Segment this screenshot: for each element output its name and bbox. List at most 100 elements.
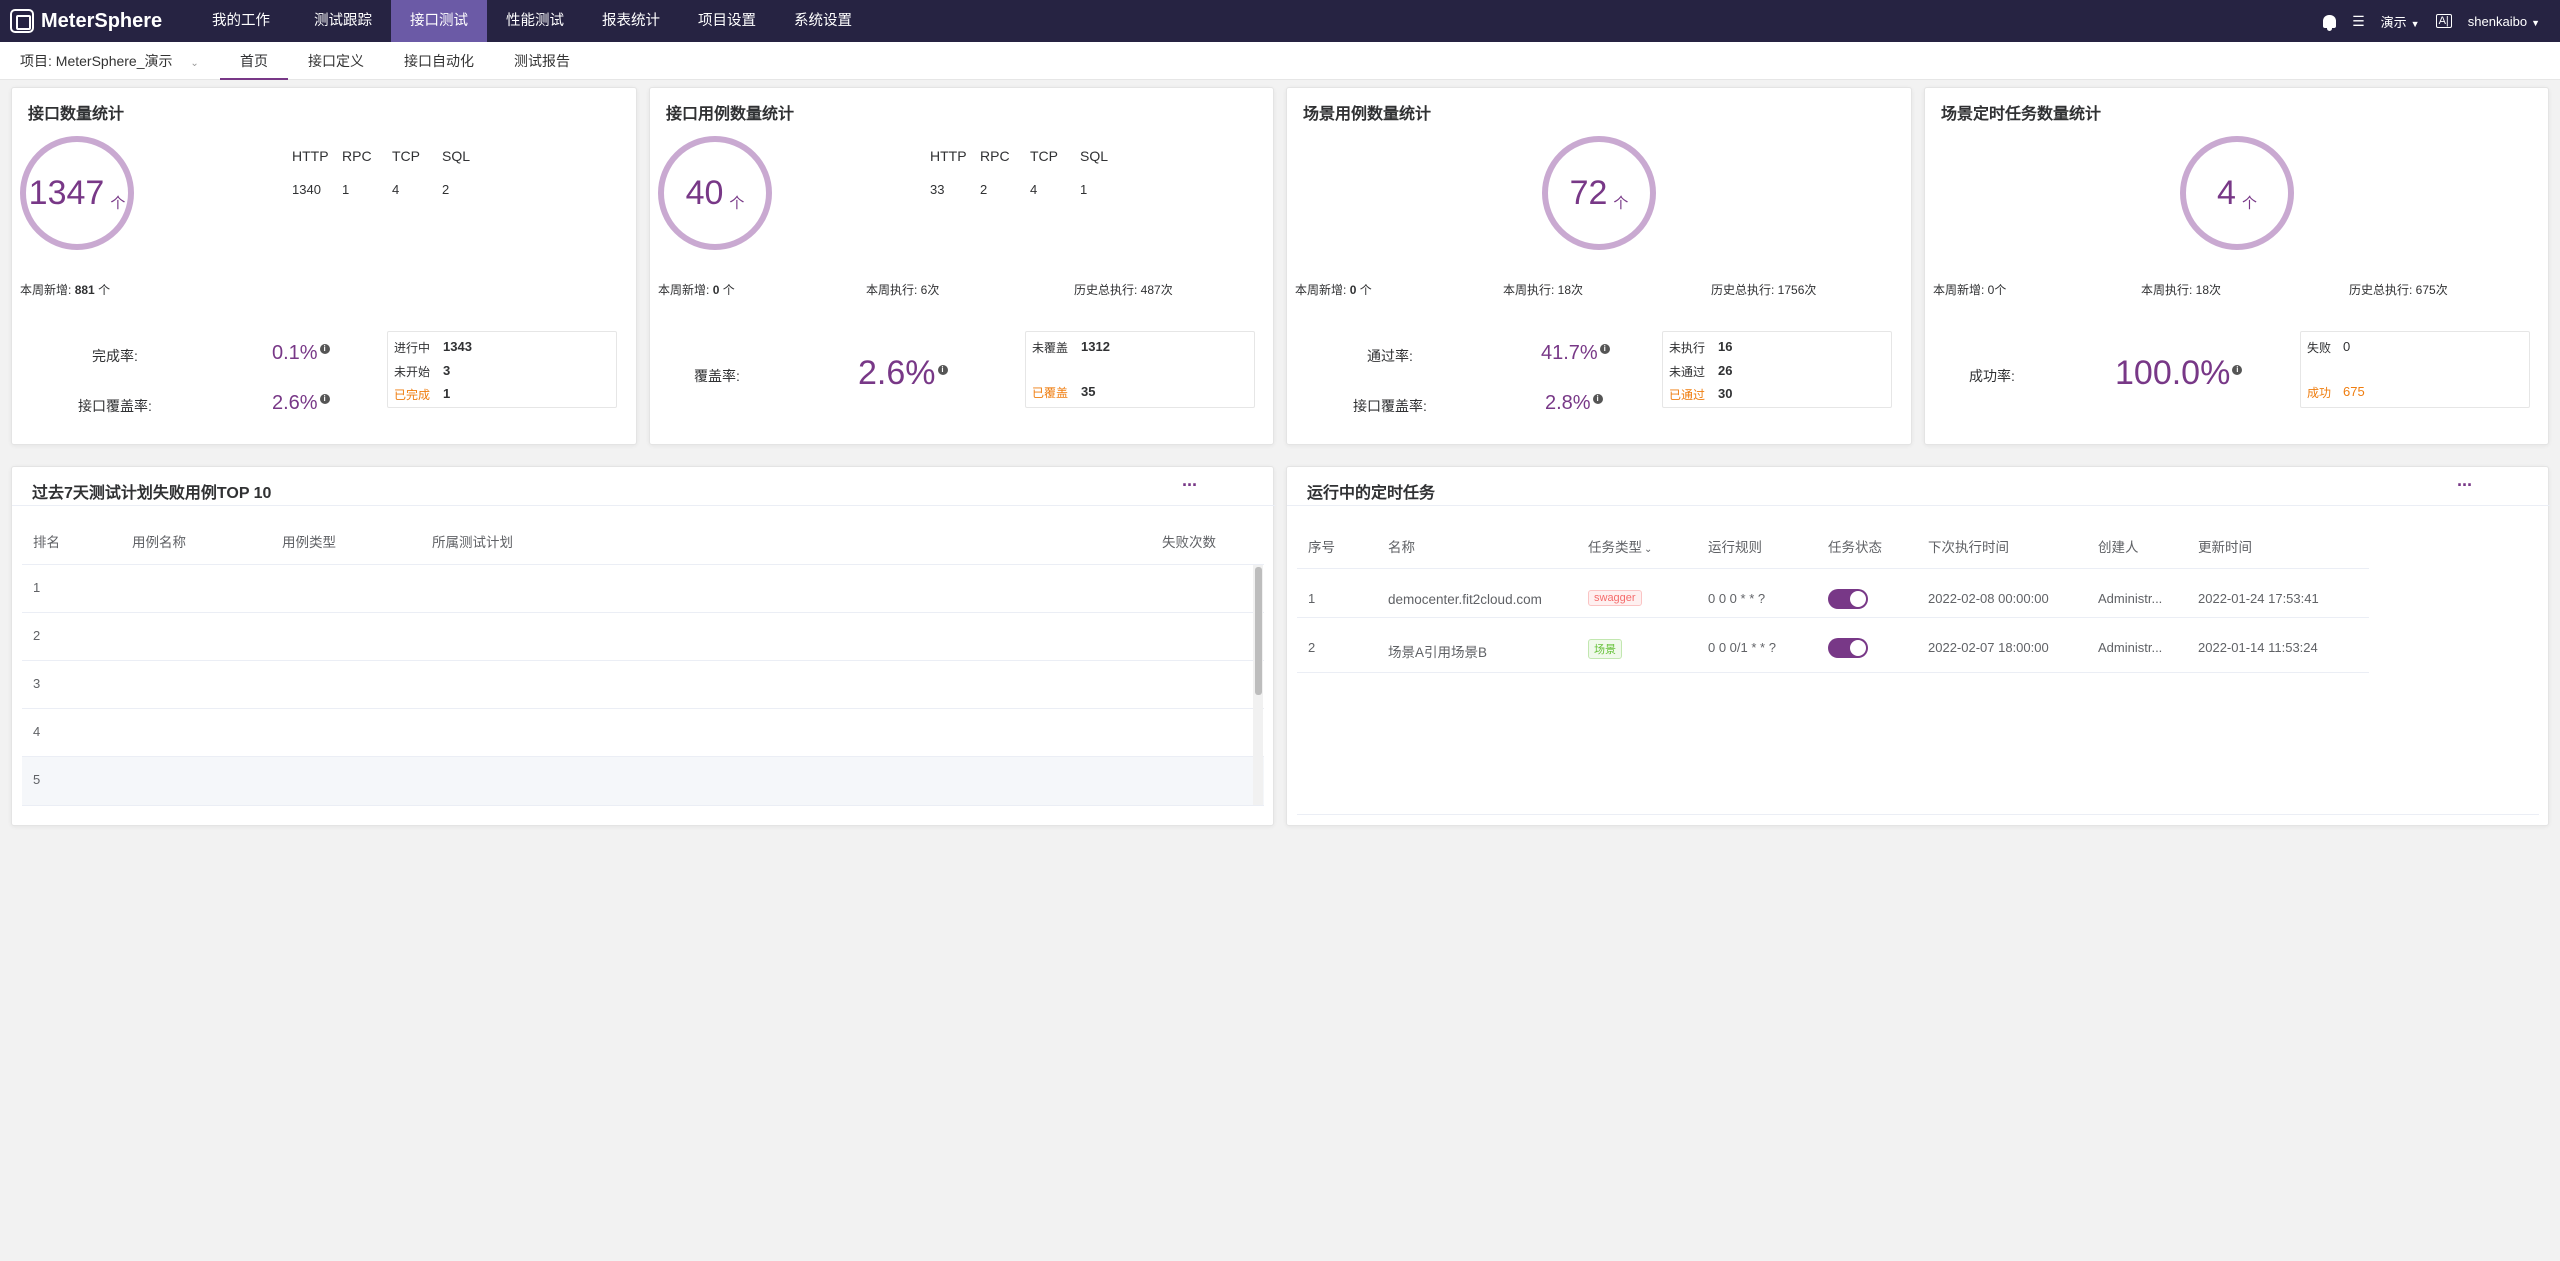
info-icon[interactable]: i: [1599, 344, 1610, 355]
status-value-running: 1343: [443, 339, 472, 354]
card-title: 场景定时任务数量统计: [1941, 106, 2102, 123]
scrollbar-thumb[interactable]: [1255, 567, 1262, 695]
status-label-passed: 已通过: [1669, 388, 1706, 402]
col-creator[interactable]: 创建人: [2098, 536, 2139, 556]
table-row[interactable]: 3: [33, 676, 40, 691]
table-row[interactable]: 2: [33, 628, 40, 643]
total-count: 1347: [28, 174, 105, 212]
more-icon[interactable]: ···: [1182, 475, 1198, 496]
week-new: 本周新增: 0 个: [658, 281, 735, 298]
sub-navbar: 项目: MeterSphere_演示 ⌄ 首页 接口定义 接口自动化 测试报告: [0, 42, 2560, 80]
info-icon[interactable]: i: [1592, 394, 1603, 405]
task-status-toggle[interactable]: [1828, 589, 1868, 609]
nav-api-test[interactable]: 接口测试: [391, 0, 487, 42]
divider: [22, 612, 1264, 613]
tab-api-automation[interactable]: 接口自动化: [396, 42, 482, 80]
card-title: 场景用例数量统计: [1303, 106, 1432, 123]
type-header-sql: SQL: [1080, 148, 1109, 164]
status-label-failed: 未通过: [1669, 365, 1706, 379]
metersphere-logo[interactable]: MeterSphere: [10, 0, 162, 42]
nav-test-tracking[interactable]: 测试跟踪: [295, 0, 391, 42]
col-next-run[interactable]: 下次执行时间: [1928, 536, 2009, 556]
status-label-not-started: 未开始: [394, 365, 431, 379]
status-value-not-started: 3: [443, 363, 451, 378]
divider: [1287, 505, 2550, 506]
tab-api-definition[interactable]: 接口定义: [300, 42, 372, 80]
task-status-toggle[interactable]: [1828, 638, 1868, 658]
week-new-value: 0: [712, 283, 720, 297]
project-name: 项目: MeterSphere_演示: [20, 53, 173, 69]
status-label-running: 进行中: [394, 341, 431, 355]
task-name[interactable]: 场景A引用场景B: [1388, 641, 1487, 661]
navbar-right: ☰ 演示 ▼ A| shenkaibo ▼: [2323, 0, 2540, 42]
type-header-http: HTTP: [930, 148, 967, 164]
col-updated[interactable]: 更新时间: [2198, 536, 2252, 556]
project-switcher[interactable]: 项目: MeterSphere_演示 ⌄: [20, 42, 199, 80]
card-title: 接口数量统计: [28, 106, 125, 123]
history-exec: 历史总执行: 675次: [2349, 283, 2448, 297]
table-row[interactable]: 1: [33, 580, 40, 595]
nav-performance-test[interactable]: 性能测试: [487, 0, 583, 42]
divider: [1297, 617, 2369, 618]
api-count-card: 接口数量统计 1347 个 HTTP RPC TCP SQL 1340 1 4 2…: [11, 87, 637, 445]
language-icon[interactable]: A|: [2435, 14, 2452, 28]
history-exec: 历史总执行: 1756次: [1711, 283, 1817, 297]
type-value-tcp: 4: [1030, 182, 1038, 197]
task-rule: 0 0 0 * * ?: [1708, 591, 1766, 606]
pass-rate-text: 41.7%: [1541, 342, 1598, 364]
week-new-unit: 个: [722, 283, 735, 297]
type-value-http: 33: [930, 182, 945, 197]
notification-bell-icon[interactable]: [2323, 14, 2337, 31]
col-test-plan[interactable]: 所属测试计划: [432, 531, 513, 551]
col-no[interactable]: 序号: [1308, 536, 1335, 556]
table-row[interactable]: 4: [33, 724, 40, 739]
col-rank[interactable]: 排名: [33, 531, 60, 551]
task-updated: 2022-01-14 11:53:24: [2198, 640, 2318, 655]
nav-system-settings[interactable]: 系统设置: [775, 0, 871, 42]
col-task-status[interactable]: 任务状态: [1828, 536, 1882, 556]
workspace-switcher[interactable]: 演示 ▼: [2381, 12, 2420, 31]
table-row[interactable]: 5: [33, 772, 40, 787]
col-fail-count[interactable]: 失败次数: [1162, 531, 1216, 551]
week-new-value: 0: [1349, 283, 1357, 297]
nav-project-settings[interactable]: 项目设置: [679, 0, 775, 42]
col-name[interactable]: 名称: [1388, 536, 1415, 556]
completion-rate-value: 0.1% i: [272, 342, 330, 365]
task-name[interactable]: democenter.fit2cloud.com: [1388, 592, 1542, 607]
type-value-rpc: 1: [342, 182, 350, 197]
task-list-icon[interactable]: ☰: [2352, 13, 2365, 30]
task-next-run: 2022-02-07 18:00:00: [1928, 640, 2049, 655]
tab-test-report[interactable]: 测试报告: [506, 42, 578, 80]
col-task-type[interactable]: 任务类型 ⌄: [1588, 536, 1652, 556]
status-box: 失败 0 成功 675: [2300, 331, 2530, 408]
status-value-not-run: 16: [1718, 339, 1733, 354]
week-exec: 本周执行: 18次: [2141, 283, 2222, 297]
info-icon[interactable]: i: [2232, 364, 2243, 375]
status-label-uncovered: 未覆盖: [1032, 341, 1069, 355]
info-icon[interactable]: i: [319, 394, 330, 405]
type-header-http: HTTP: [292, 148, 329, 164]
nav-report-stats[interactable]: 报表统计: [583, 0, 679, 42]
nav-my-workbench[interactable]: 我的工作台: [190, 0, 292, 71]
info-icon[interactable]: i: [937, 364, 948, 375]
status-value-uncovered: 1312: [1081, 339, 1110, 354]
success-rate-text: 100.0%: [2115, 354, 2231, 392]
task-type-tag: swagger: [1588, 590, 1642, 606]
tab-home[interactable]: 首页: [220, 42, 288, 80]
divider: [1297, 568, 2369, 569]
logo-text: MeterSphere: [41, 9, 163, 32]
user-menu[interactable]: shenkaibo ▼: [2468, 14, 2540, 29]
filter-icon[interactable]: ⌄: [1644, 544, 1652, 555]
status-box: 未覆盖 1312 已覆盖 35: [1025, 331, 1255, 408]
col-case-name[interactable]: 用例名称: [132, 531, 186, 551]
col-run-rule[interactable]: 运行规则: [1708, 536, 1762, 556]
history-exec: 历史总执行: 487次: [1074, 283, 1173, 297]
info-icon[interactable]: i: [319, 344, 330, 355]
col-case-type[interactable]: 用例类型: [282, 531, 336, 551]
more-icon[interactable]: ···: [2457, 475, 2473, 496]
type-value-tcp: 4: [392, 182, 400, 197]
status-value-done: 1: [443, 386, 451, 401]
status-value-failed: 26: [1718, 363, 1733, 378]
card-title: 接口用例数量统计: [666, 106, 795, 123]
api-coverage-value: 2.8% i: [1545, 392, 1603, 415]
